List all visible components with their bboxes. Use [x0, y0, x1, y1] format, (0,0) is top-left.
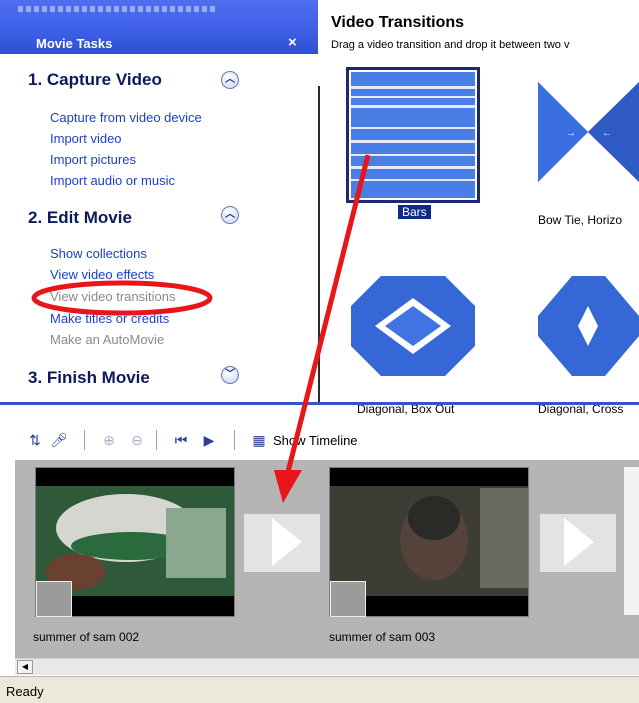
annotation-overlay [31, 154, 371, 503]
drag-arrow-head [274, 470, 302, 503]
drag-arrow-line [285, 154, 371, 473]
highlight-ellipse [31, 280, 213, 316]
